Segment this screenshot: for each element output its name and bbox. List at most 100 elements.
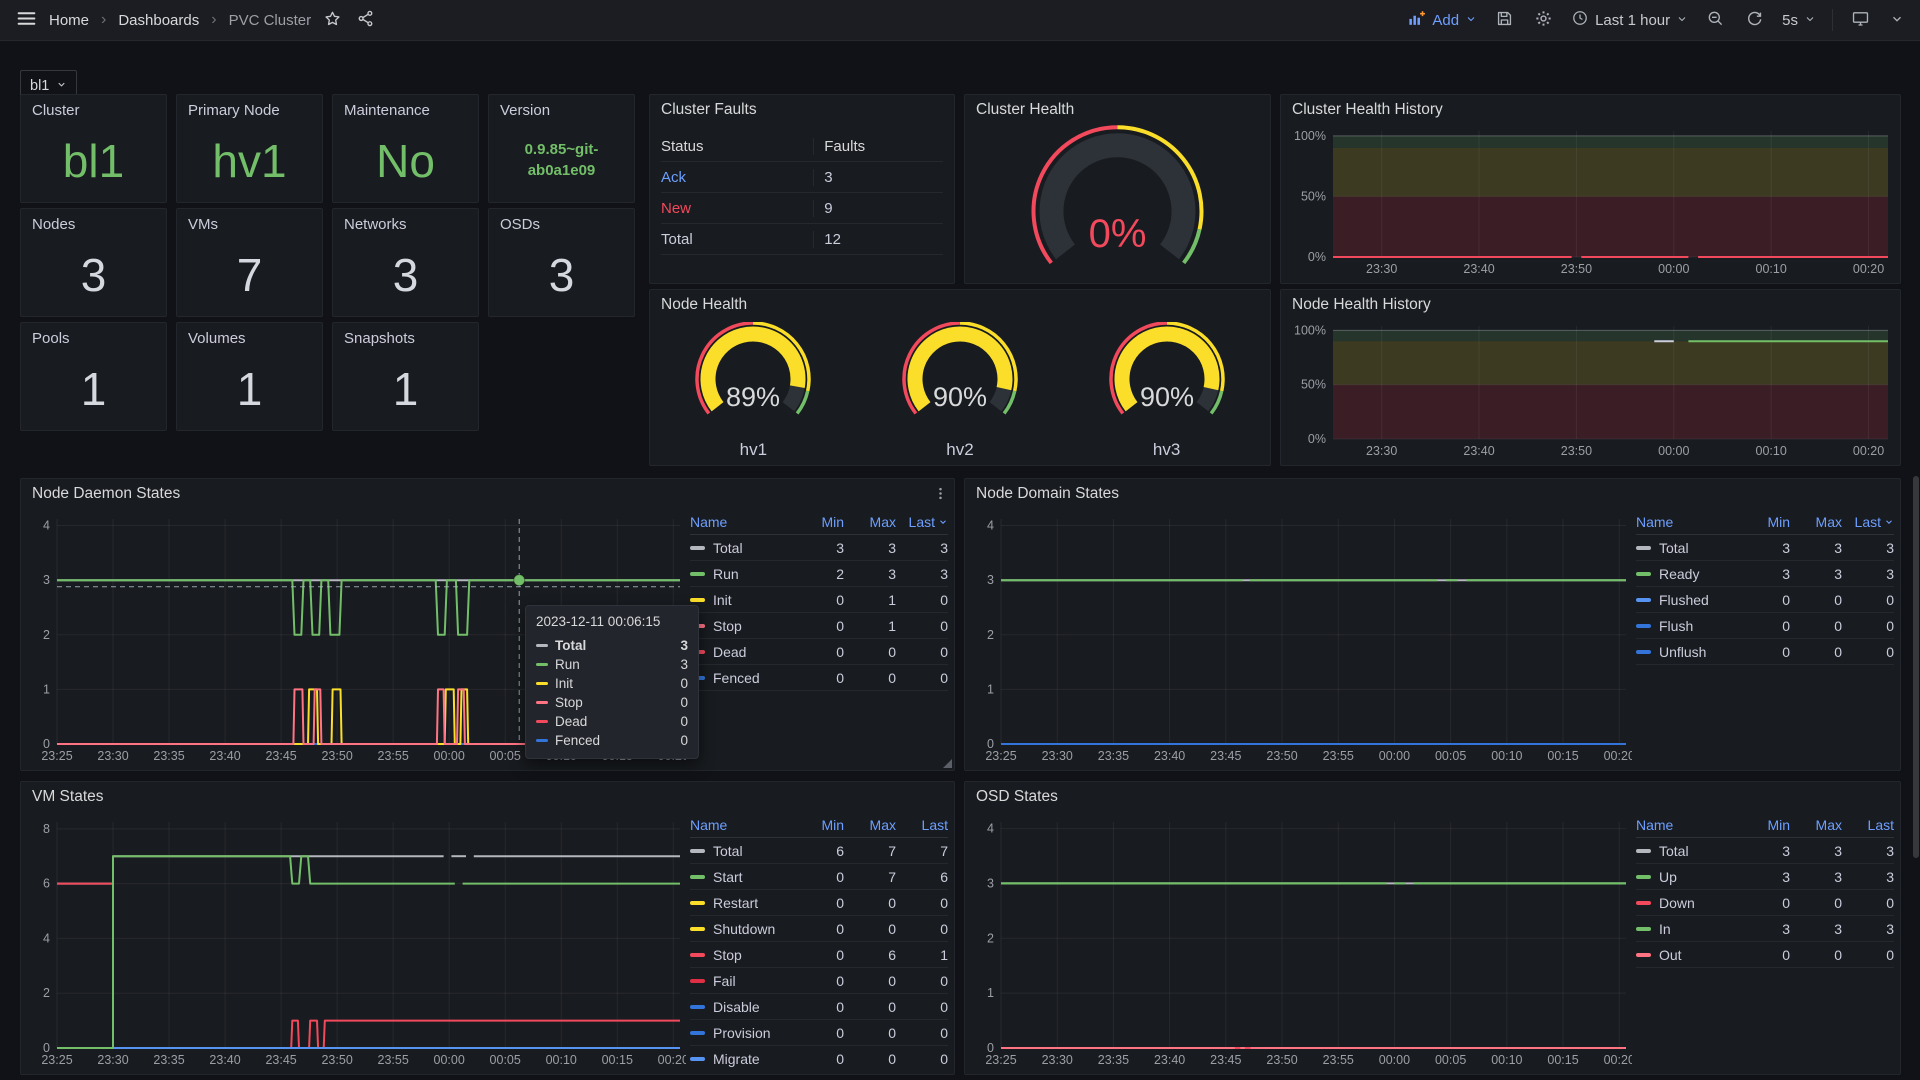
legend-series-fail[interactable]: Fail [690,973,792,989]
svg-text:23:50: 23:50 [1266,1053,1297,1067]
legend-series-flushed[interactable]: Flushed [1636,592,1738,608]
svg-text:2: 2 [43,986,50,1000]
scrollbar-thumb[interactable] [1913,476,1919,858]
legend-col-name[interactable]: Name [1636,514,1738,530]
legend-series-total[interactable]: Total [690,540,792,556]
legend-series-total[interactable]: Total [690,843,792,859]
legend-series-stop[interactable]: Stop [690,618,792,634]
legend-max-value: 3 [1790,566,1842,582]
legend-min-value: 0 [1738,618,1790,634]
osd-states-plot[interactable]: 23:2523:3023:3523:4023:4523:5023:5500:00… [971,812,1632,1070]
panel-title[interactable]: VMs [188,216,218,233]
zoom-out-time-button[interactable] [1704,7,1727,33]
panel-title[interactable]: Node Health History [1292,296,1431,314]
panel-title[interactable]: Cluster [32,102,80,119]
breadcrumb-home[interactable]: Home [49,12,89,29]
daemon-states-plot[interactable]: 23:2523:3023:3523:4023:4523:5023:5500:00… [27,509,686,766]
legend-series-flush[interactable]: Flush [1636,618,1738,634]
panel-resize-handle[interactable] [943,759,952,768]
panel-title[interactable]: Cluster Health History [1292,101,1443,119]
svg-text:4: 4 [987,519,994,533]
stat-value: 1 [21,353,166,424]
legend-col-last[interactable]: Last [1842,817,1894,833]
refresh-button[interactable] [1743,7,1766,33]
legend-series-migrate[interactable]: Migrate [690,1051,792,1067]
kiosk-mode-button[interactable] [1849,7,1872,33]
legend-series-init[interactable]: Init [690,592,792,608]
legend-col-last[interactable]: Last [896,514,948,530]
cluster-health-history-plot[interactable]: 23:3023:4023:5000:0000:1000:200%50%100% [1287,125,1894,279]
panel-title[interactable]: Pools [32,330,70,347]
legend-series-start[interactable]: Start [690,869,792,885]
legend-series-total[interactable]: Total [1636,843,1738,859]
legend-series-disable[interactable]: Disable [690,999,792,1015]
panel-title[interactable]: Networks [344,216,407,233]
legend-series-stop[interactable]: Stop [690,947,792,963]
legend-last-value: 3 [1842,921,1894,937]
vm-states-plot[interactable]: 23:2523:3023:3523:4023:4523:5023:5500:00… [27,812,686,1070]
panel-title[interactable]: VM States [32,788,104,806]
node-health-history-plot[interactable]: 23:3023:4023:5000:0000:1000:200%50%100% [1287,320,1894,461]
panel-menu-kebab-icon[interactable] [933,486,948,506]
panel-title[interactable]: Node Health [661,296,747,314]
panel-title[interactable]: Version [500,102,550,119]
panel-title[interactable]: Node Domain States [976,485,1119,503]
panel-title[interactable]: Volumes [188,330,246,347]
navbar-caret-button[interactable] [1888,10,1906,31]
legend-series-dead[interactable]: Dead [690,644,792,660]
legend-col-last[interactable]: Last [896,817,948,833]
legend-series-out[interactable]: Out [1636,947,1738,963]
panel-title[interactable]: Primary Node [188,102,280,119]
legend-series-in[interactable]: In [1636,921,1738,937]
series-color-marker [690,875,705,879]
legend-col-max[interactable]: Max [844,817,896,833]
legend-series-restart[interactable]: Restart [690,895,792,911]
legend-series-fenced[interactable]: Fenced [690,670,792,686]
panel-title[interactable]: OSDs [500,216,540,233]
legend-col-max[interactable]: Max [1790,817,1842,833]
panel-title[interactable]: Snapshots [344,330,415,347]
fault-status-cell[interactable]: Total [661,231,813,248]
legend-last-value: 7 [896,843,948,859]
share-button[interactable] [354,7,377,33]
dashboard-settings-button[interactable] [1532,7,1555,33]
legend-col-min[interactable]: Min [792,817,844,833]
legend-col-min[interactable]: Min [792,514,844,530]
legend-col-name[interactable]: Name [1636,817,1738,833]
legend-col-name[interactable]: Name [690,514,792,530]
legend-series-up[interactable]: Up [1636,869,1738,885]
panel-title[interactable]: Nodes [32,216,75,233]
panel-title[interactable]: Maintenance [344,102,430,119]
breadcrumb-dashboards[interactable]: Dashboards [118,12,199,29]
favorite-button[interactable] [321,7,344,33]
panel-title[interactable]: Cluster Faults [661,101,757,119]
panel-title[interactable]: Cluster Health [976,101,1074,119]
legend-col-min[interactable]: Min [1738,817,1790,833]
refresh-interval-dropdown[interactable]: 5s [1782,12,1816,29]
legend-col-last[interactable]: Last [1842,514,1894,530]
legend-series-ready[interactable]: Ready [1636,566,1738,582]
legend-col-max[interactable]: Max [1790,514,1842,530]
legend-col-max[interactable]: Max [844,514,896,530]
legend-col-min[interactable]: Min [1738,514,1790,530]
menu-button[interactable] [14,6,39,34]
legend-series-down[interactable]: Down [1636,895,1738,911]
fault-count-cell: 12 [813,231,943,248]
panel-title[interactable]: OSD States [976,788,1058,806]
legend-series-total[interactable]: Total [1636,540,1738,556]
save-dashboard-button[interactable] [1493,7,1516,33]
time-range-picker[interactable]: Last 1 hour [1571,9,1688,31]
legend-series-provision[interactable]: Provision [690,1025,792,1041]
fault-status-cell[interactable]: New [661,200,813,217]
fault-status-cell[interactable]: Ack [661,169,813,186]
panel-title[interactable]: Node Daemon States [32,485,180,503]
domain-states-plot[interactable]: 23:2523:3023:3523:4023:4523:5023:5500:00… [971,509,1632,766]
fault-count-cell: 3 [813,169,943,186]
series-color-marker [536,720,548,724]
stat-value: 0.9.85~git- ab0a1e09 [489,125,634,196]
legend-series-run[interactable]: Run [690,566,792,582]
add-button[interactable]: Add [1407,9,1477,32]
legend-col-name[interactable]: Name [690,817,792,833]
legend-series-unflush[interactable]: Unflush [1636,644,1738,660]
legend-series-shutdown[interactable]: Shutdown [690,921,792,937]
